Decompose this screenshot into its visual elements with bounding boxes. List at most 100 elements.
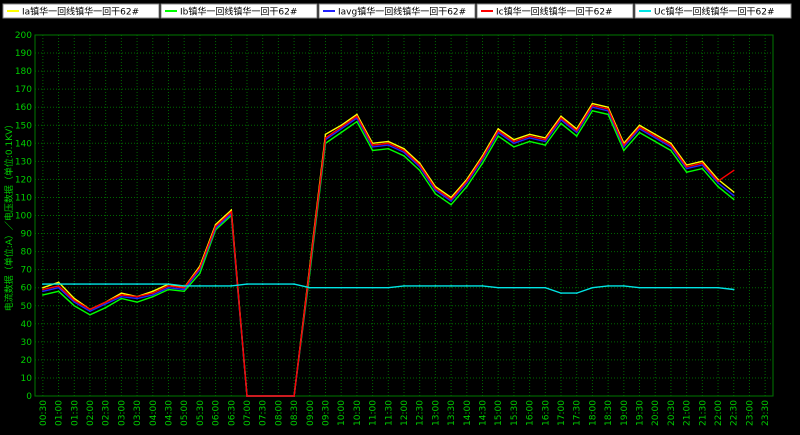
data-point <box>466 285 468 287</box>
data-point <box>214 225 217 228</box>
data-point <box>324 137 327 139</box>
data-point <box>732 288 735 291</box>
data-point <box>308 286 311 289</box>
data-point <box>387 147 390 150</box>
data-point <box>685 286 688 289</box>
x-tick-label: 13:00 <box>431 400 441 426</box>
legend-label: Ib镇华一回线镇华一回干62# <box>180 6 297 18</box>
data-point <box>230 211 233 213</box>
x-tick-label: 05:30 <box>196 400 206 426</box>
x-tick-label: 02:30 <box>102 400 112 426</box>
data-point <box>183 286 185 289</box>
data-point <box>450 198 452 201</box>
y-tick-label: 90 <box>21 230 33 240</box>
data-point <box>560 292 562 294</box>
data-point <box>685 165 688 168</box>
x-tick-label: 15:30 <box>510 400 520 426</box>
x-tick-label: 11:30 <box>384 400 394 426</box>
legend-item: Uc镇华一回线镇华一回干62# <box>634 3 792 19</box>
data-point <box>685 171 688 173</box>
data-point <box>450 285 452 287</box>
x-tick-label: 04:30 <box>164 400 174 426</box>
data-point <box>607 285 609 287</box>
data-point <box>607 106 609 108</box>
data-point <box>324 133 327 136</box>
y-tick-label: 120 <box>15 175 32 185</box>
legend-item: Iavg镇华一回线镇华一回干62# <box>318 3 476 19</box>
data-point <box>654 286 657 289</box>
data-point <box>560 115 562 118</box>
y-tick-label: 190 <box>15 49 32 59</box>
data-point <box>387 286 390 289</box>
data-point <box>654 137 657 139</box>
data-point <box>575 129 578 132</box>
data-point <box>261 395 264 397</box>
x-tick-label: 12:00 <box>400 400 410 426</box>
data-point <box>638 126 641 128</box>
x-tick-label: 17:00 <box>557 400 567 426</box>
x-tick-label: 09:00 <box>306 400 316 426</box>
data-point <box>57 285 60 287</box>
data-point <box>513 140 515 143</box>
data-point <box>717 286 719 289</box>
data-point <box>199 285 201 287</box>
data-point <box>418 164 421 166</box>
data-point <box>387 144 390 146</box>
data-point <box>466 180 468 183</box>
chart-background <box>0 0 800 435</box>
data-point <box>261 283 264 285</box>
data-point <box>199 267 201 269</box>
x-tick-label: 11:00 <box>369 400 379 426</box>
x-tick-label: 19:00 <box>620 400 630 426</box>
data-point <box>89 313 91 316</box>
data-point <box>701 286 704 289</box>
data-point <box>356 286 358 289</box>
data-point <box>497 128 500 130</box>
data-point <box>277 395 280 397</box>
data-point <box>403 147 405 150</box>
data-point <box>42 286 44 289</box>
data-point <box>623 146 625 148</box>
x-tick-label: 07:00 <box>243 400 253 426</box>
data-point <box>340 286 342 289</box>
y-tick-label: 170 <box>15 85 32 95</box>
x-tick-label: 04:00 <box>149 400 159 426</box>
data-point <box>701 160 704 163</box>
y-tick-label: 110 <box>15 193 32 203</box>
data-point <box>513 146 515 148</box>
x-tick-label: 03:00 <box>117 400 127 426</box>
data-point <box>654 133 657 136</box>
data-point <box>497 286 500 289</box>
data-point <box>89 310 91 312</box>
data-point <box>418 169 421 172</box>
data-point <box>575 131 578 134</box>
data-point <box>167 286 170 289</box>
data-point <box>638 286 641 289</box>
data-point <box>371 286 374 289</box>
x-tick-label: 18:00 <box>588 400 598 426</box>
data-point <box>136 283 138 285</box>
x-tick-label: 05:00 <box>180 400 190 426</box>
legend-label: Uc镇华一回线镇华一回干62# <box>654 6 775 18</box>
x-tick-label: 03:30 <box>133 400 143 426</box>
data-point <box>136 301 138 303</box>
data-point <box>670 286 672 289</box>
data-point <box>575 135 578 137</box>
data-point <box>528 286 531 289</box>
x-tick-label: 14:00 <box>463 400 473 426</box>
data-point <box>151 290 154 293</box>
x-tick-label: 10:30 <box>353 400 363 426</box>
x-tick-label: 20:00 <box>651 400 661 426</box>
legend-item: Ic镇华一回线镇华一回干62# <box>476 3 634 19</box>
data-point <box>230 285 233 287</box>
data-point <box>73 299 76 302</box>
data-point <box>670 144 672 146</box>
data-point <box>167 288 170 291</box>
data-point <box>670 149 672 152</box>
data-point <box>701 167 704 170</box>
x-tick-label: 00:30 <box>39 400 49 426</box>
x-tick-label: 22:00 <box>714 400 724 426</box>
data-point <box>591 104 594 107</box>
data-point <box>434 285 437 287</box>
data-point <box>607 108 609 110</box>
